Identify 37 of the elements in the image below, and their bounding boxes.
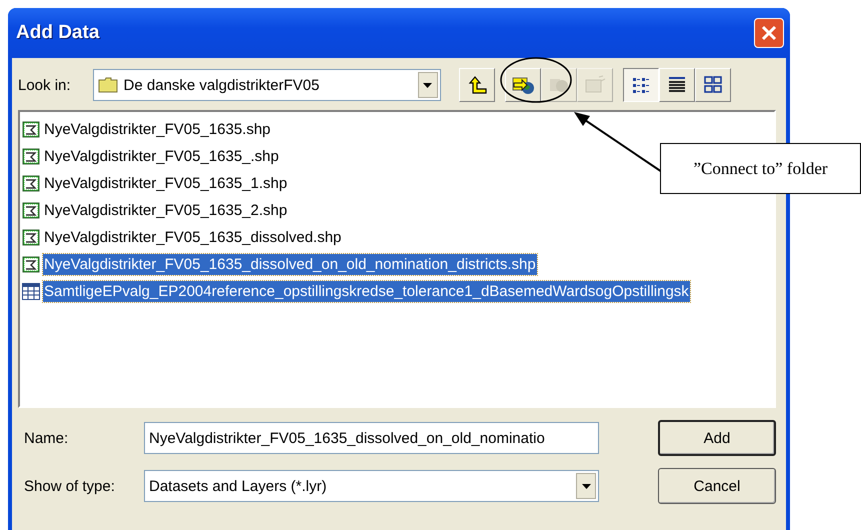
shapefile-icon [22,229,40,246]
file-item[interactable]: NyeValgdistrikter_FV05_1635_.shp [43,146,280,167]
name-field[interactable]: NyeValgdistrikter_FV05_1635_dissolved_on_old_nominatio [144,422,599,454]
look-in-label: Look in: [18,76,71,94]
close-icon [760,24,778,42]
file-item[interactable]: NyeValgdistrikter_FV05_1635_dissolved_on_old_nomination_districts.shp [43,254,537,275]
new-folder-icon [584,75,606,95]
type-dropdown[interactable]: Datasets and Layers (*.lyr) [144,470,599,502]
connect-button[interactable] [504,68,541,102]
file-item[interactable]: NyeValgdistrikter_FV05_1635_dissolved.shp [43,227,342,248]
look-in-dropdown[interactable]: De danske valgdistrikterFV05 [92,69,441,101]
list-view-icon [630,76,651,94]
file-item[interactable]: NyeValgdistrikter_FV05_1635_1.shp [43,173,288,194]
up-button[interactable] [458,68,495,102]
close-button[interactable] [754,18,784,48]
table-icon [22,283,40,300]
shapefile-icon [22,148,40,165]
callout-label: ”Connect to” folder [660,143,861,194]
add-button[interactable]: Add [658,420,776,456]
highlight-ellipse [500,57,572,103]
file-item[interactable]: SamtligeEPvalg_EP2004reference_opstillingskredse_tolerance1_dBasemedWardsogOpstillingsk [43,281,690,302]
window-title: Add Data [16,22,100,44]
details-view-icon [666,76,687,94]
shapefile-icon [22,121,40,138]
shapefile-icon [22,256,40,273]
file-item[interactable]: NyeValgdistrikter_FV05_1635.shp [43,119,272,140]
details-button[interactable] [658,68,695,102]
cancel-button[interactable]: Cancel [658,468,776,504]
type-label: Show of type: [24,478,116,494]
thumbnails-button[interactable] [694,68,731,102]
file-item[interactable]: NyeValgdistrikter_FV05_1635_2.shp [43,200,288,221]
thumbnails-view-icon [702,76,723,94]
shapefile-icon [22,175,40,192]
folder-icon [98,77,118,93]
name-label: Name: [24,430,70,446]
list-button[interactable] [622,68,659,102]
shapefile-icon [22,202,40,219]
